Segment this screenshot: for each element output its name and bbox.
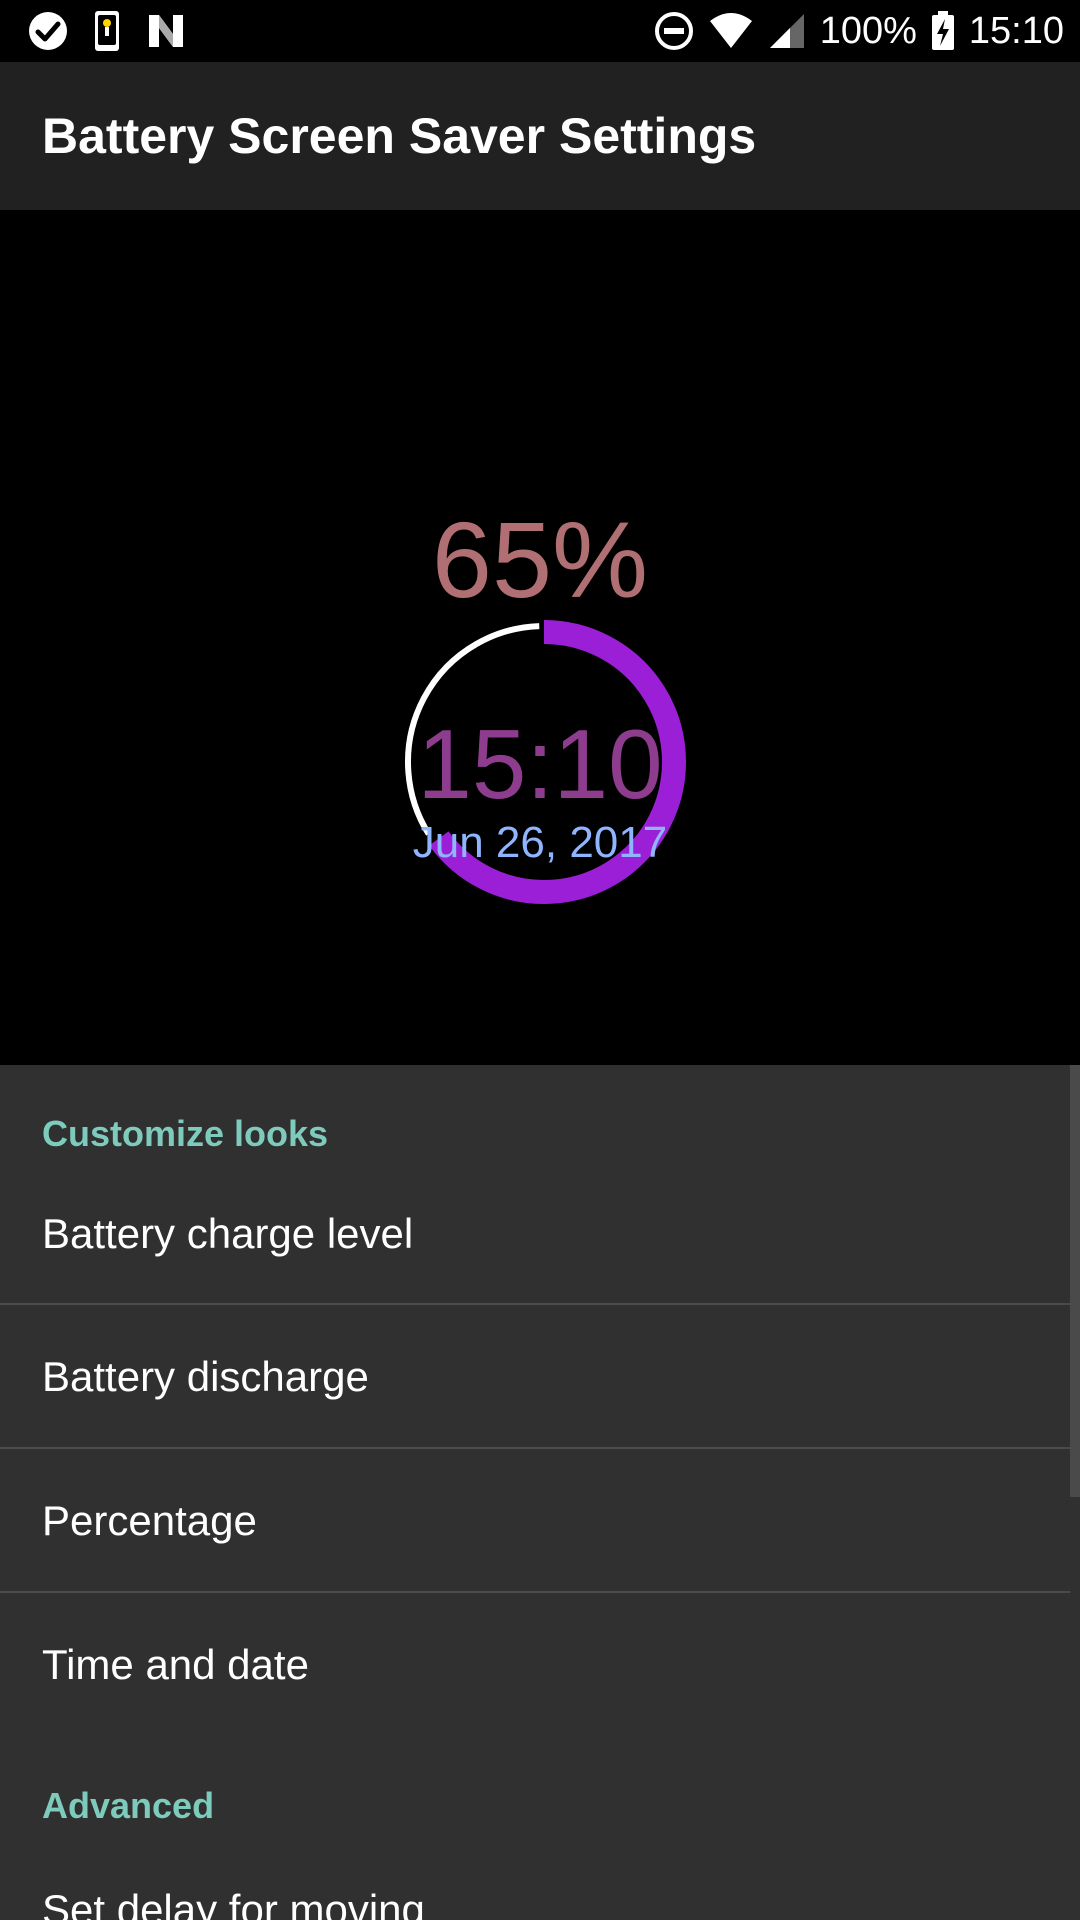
battery-percentage: 65% <box>431 499 649 620</box>
check-circle-icon <box>28 11 68 51</box>
flashlight-icon <box>94 10 120 52</box>
n-logo-icon <box>146 12 186 50</box>
section-header-advanced: Advanced <box>42 1785 215 1826</box>
pref-title: Battery discharge <box>42 1352 369 1400</box>
section-header-customize-looks: Customize looks <box>42 1113 329 1154</box>
page-title: Battery Screen Saver Settings <box>42 108 757 164</box>
do-not-disturb-icon <box>654 11 694 51</box>
app-bar: Battery Screen Saver Settings <box>0 62 1080 210</box>
pref-time-and-date[interactable]: Time and date <box>0 1593 1080 1736</box>
pref-title: Percentage <box>42 1496 257 1544</box>
wifi-icon <box>708 11 754 51</box>
pref-title: Time and date <box>42 1640 309 1688</box>
pref-battery-charge-level[interactable]: Battery charge level <box>0 1162 1080 1305</box>
battery-percent: 100% <box>819 9 917 52</box>
status-time: 15:10 <box>968 9 1064 52</box>
pref-set-delay-for-moving[interactable]: Set delay for moving <box>0 1830 1080 1920</box>
screen-saver-preview <box>0 210 1080 1065</box>
preview-date: Jun 26, 2017 <box>412 818 668 867</box>
pref-battery-discharge[interactable]: Battery discharge <box>0 1305 1080 1448</box>
pref-title: Set delay for moving <box>42 1886 425 1920</box>
status-bar: 100% 15:10 <box>0 0 1080 62</box>
cell-signal-icon <box>768 12 806 50</box>
battery-charging-icon <box>931 11 955 51</box>
preview-clock: 15:10 <box>417 709 663 819</box>
pref-title: Battery charge level <box>42 1209 414 1257</box>
pref-percentage[interactable]: Percentage <box>0 1449 1080 1592</box>
